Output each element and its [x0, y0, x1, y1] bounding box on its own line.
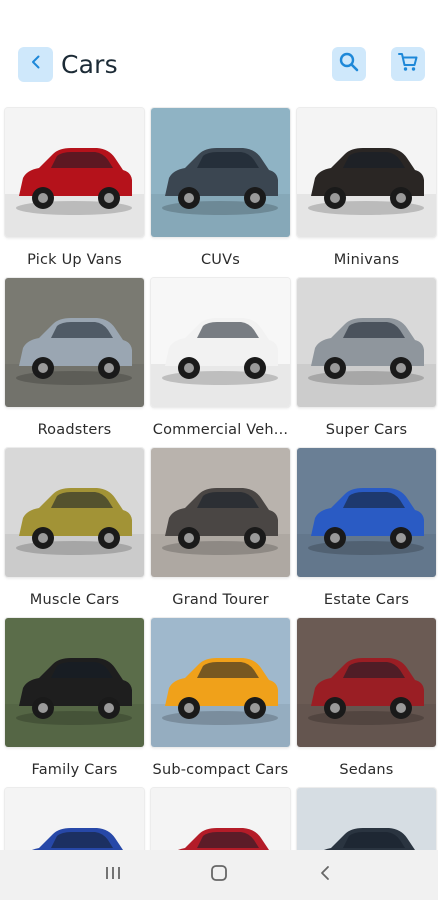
category-image[interactable]	[151, 788, 290, 850]
home-button[interactable]	[199, 855, 239, 895]
back-nav-button[interactable]	[305, 855, 345, 895]
category-card[interactable]: Sedans	[297, 618, 436, 778]
home-icon	[209, 863, 229, 888]
category-label: Roadsters	[37, 422, 112, 438]
category-label: Estate Cars	[323, 592, 410, 608]
back-nav-icon	[316, 864, 334, 887]
category-image[interactable]	[297, 278, 436, 407]
category-image[interactable]	[5, 278, 144, 407]
category-grid[interactable]: Pick Up Vans CUVs Minivans Roadsters Commerc…	[0, 100, 438, 850]
recents-icon	[104, 864, 122, 887]
category-image[interactable]	[5, 788, 144, 850]
category-label: CUVs	[200, 252, 240, 268]
category-card[interactable]: Muscle Cars	[5, 448, 144, 608]
category-card[interactable]: CUVs	[151, 108, 290, 268]
category-label: Muscle Cars	[29, 592, 120, 608]
category-label: Super Cars	[325, 422, 408, 438]
category-label: Minivans	[333, 252, 400, 268]
category-image[interactable]	[151, 448, 290, 577]
system-navigation-bar	[0, 850, 438, 900]
chevron-left-icon	[28, 54, 44, 75]
category-image[interactable]	[5, 618, 144, 747]
category-image[interactable]	[5, 108, 144, 237]
category-card[interactable]: Sub-compact Cars	[151, 618, 290, 778]
category-label: Commercial Veh...	[152, 422, 289, 438]
category-card[interactable]: Pick Up Vans	[5, 108, 144, 268]
category-card[interactable]	[151, 788, 290, 850]
search-icon	[338, 51, 360, 78]
app-screen: Cars Pick Up Vans CUVs Minivans Roadsters Co…	[0, 0, 438, 900]
category-label: Sub-compact Cars	[152, 762, 289, 778]
category-label: Sedans	[339, 762, 394, 778]
category-card[interactable]: Roadsters	[5, 278, 144, 438]
category-image[interactable]	[297, 618, 436, 747]
category-label: Grand Tourer	[172, 592, 269, 608]
back-button[interactable]	[18, 47, 53, 82]
category-image[interactable]	[5, 448, 144, 577]
category-image[interactable]	[151, 278, 290, 407]
page-title: Cars	[61, 50, 118, 79]
category-image[interactable]	[151, 618, 290, 747]
category-image[interactable]	[297, 788, 436, 850]
category-card[interactable]	[5, 788, 144, 850]
category-image[interactable]	[297, 108, 436, 237]
category-card[interactable]: Family Cars	[5, 618, 144, 778]
category-card[interactable]: Commercial Veh...	[151, 278, 290, 438]
category-card[interactable]	[297, 788, 436, 850]
category-image[interactable]	[297, 448, 436, 577]
recents-button[interactable]	[93, 855, 133, 895]
category-card[interactable]: Grand Tourer	[151, 448, 290, 608]
category-image[interactable]	[151, 108, 290, 237]
search-button[interactable]	[332, 47, 366, 81]
category-label: Pick Up Vans	[27, 252, 122, 268]
category-card[interactable]: Minivans	[297, 108, 436, 268]
cart-button[interactable]	[391, 47, 425, 81]
category-card[interactable]: Estate Cars	[297, 448, 436, 608]
category-label: Family Cars	[31, 762, 118, 778]
category-card[interactable]: Super Cars	[297, 278, 436, 438]
top-app-bar: Cars	[0, 0, 438, 100]
cart-icon	[397, 51, 419, 78]
